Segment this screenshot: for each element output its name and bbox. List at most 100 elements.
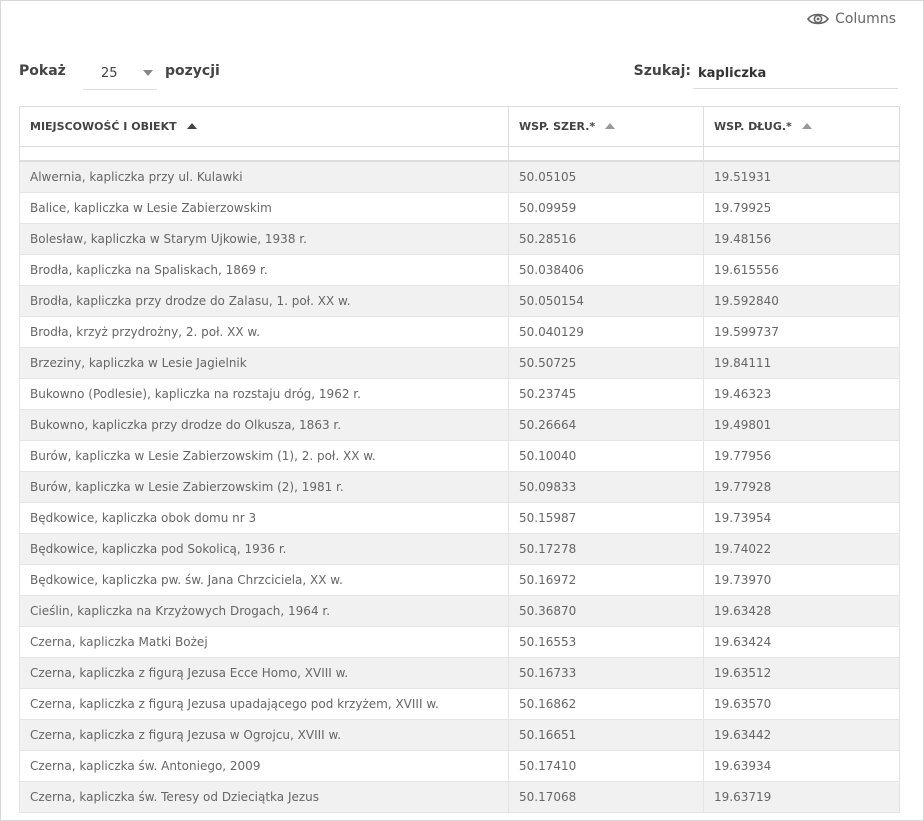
table-row[interactable]: Brzeziny, kapliczka w Lesie Jagielnik 50.…	[19, 347, 900, 379]
cell-latitude: 50.16651	[508, 719, 704, 751]
table-row[interactable]: Czerna, kapliczka Matki Bożej 50.16553 19.…	[19, 626, 900, 658]
cell-latitude: 50.36870	[508, 595, 704, 627]
cell-longitude: 19.63424	[703, 626, 900, 658]
cell-longitude: 19.63512	[703, 657, 900, 689]
table-row[interactable]: Burów, kapliczka w Lesie Zabierzowskim (…	[19, 471, 900, 503]
cell-longitude: 19.73970	[703, 564, 900, 596]
length-suffix-label: pozycji	[165, 63, 220, 79]
filter-cell[interactable]	[508, 146, 704, 162]
cell-place: Brodła, kapliczka przy drodze do Zalasu,…	[19, 285, 509, 317]
cell-place: Bukowno (Podlesie), kapliczka na rozstaj…	[19, 378, 509, 410]
cell-longitude: 19.63934	[703, 750, 900, 782]
table-row[interactable]: Będkowice, kapliczka pod Sokolicą, 1936 …	[19, 533, 900, 565]
filter-cell[interactable]	[19, 146, 509, 162]
table-row[interactable]: Brodła, kapliczka na Spaliskach, 1869 r.…	[19, 254, 900, 286]
cell-longitude: 19.63442	[703, 719, 900, 751]
table-row[interactable]: Bukowno, kapliczka przy drodze do Olkusz…	[19, 409, 900, 441]
table-body: Alwernia, kapliczka przy ul. Kulawki 50.0…	[19, 160, 900, 813]
cell-place: Brodła, kapliczka na Spaliskach, 1869 r.	[19, 254, 509, 286]
cell-latitude: 50.038406	[508, 254, 704, 286]
cell-longitude: 19.77928	[703, 471, 900, 503]
header-row: MIEJSCOWOŚĆ I OBIEKT WSP. SZER.* WSP. DŁ…	[19, 106, 900, 147]
cell-place: Brzeziny, kapliczka w Lesie Jagielnik	[19, 347, 509, 379]
column-header-lat[interactable]: WSP. SZER.*	[508, 106, 704, 147]
cell-longitude: 19.79925	[703, 192, 900, 224]
page-length-select[interactable]: 25	[83, 59, 157, 90]
table-row[interactable]: Czerna, kapliczka z figurą Jezusa Ecce H…	[19, 657, 900, 689]
cell-longitude: 19.592840	[703, 285, 900, 317]
cell-latitude: 50.16553	[508, 626, 704, 658]
table-row[interactable]: Brodła, kapliczka przy drodze do Zalasu,…	[19, 285, 900, 317]
table-row[interactable]: Czerna, kapliczka św. Teresy od Dzieciąt…	[19, 781, 900, 813]
column-header-label: WSP. SZER.*	[519, 120, 596, 133]
sort-icon	[605, 123, 616, 129]
cell-place: Burów, kapliczka w Lesie Zabierzowskim (…	[19, 440, 509, 472]
cell-place: Czerna, kapliczka św. Antoniego, 2009	[19, 750, 509, 782]
cell-longitude: 19.51931	[703, 160, 900, 193]
cell-place: Bolesław, kapliczka w Starym Ujkowie, 19…	[19, 223, 509, 255]
cell-place: Czerna, kapliczka Matki Bożej	[19, 626, 509, 658]
cell-latitude: 50.05105	[508, 160, 704, 193]
cell-longitude: 19.63570	[703, 688, 900, 720]
columns-label: Columns	[835, 11, 896, 27]
cell-latitude: 50.16972	[508, 564, 704, 596]
search-label: Szukaj:	[633, 63, 691, 79]
cell-place: Będkowice, kapliczka pod Sokolicą, 1936 …	[19, 533, 509, 565]
table-row[interactable]: Brodła, krzyż przydrożny, 2. poł. XX w. 5…	[19, 316, 900, 348]
cell-latitude: 50.23745	[508, 378, 704, 410]
table-row[interactable]: Alwernia, kapliczka przy ul. Kulawki 50.0…	[19, 160, 900, 193]
caret-down-icon	[143, 70, 153, 76]
table-row[interactable]: Będkowice, kapliczka pw. św. Jana Chrzci…	[19, 564, 900, 596]
search-input[interactable]	[693, 59, 898, 89]
cell-latitude: 50.09833	[508, 471, 704, 503]
table-toolbar: Pokaż 25 pozycji Szukaj:	[19, 59, 898, 93]
cell-longitude: 19.73954	[703, 502, 900, 534]
table-row[interactable]: Cieślin, kapliczka na Krzyżowych Drogach…	[19, 595, 900, 627]
cell-latitude: 50.28516	[508, 223, 704, 255]
cell-longitude: 19.84111	[703, 347, 900, 379]
cell-longitude: 19.615556	[703, 254, 900, 286]
cell-place: Cieślin, kapliczka na Krzyżowych Drogach…	[19, 595, 509, 627]
cell-longitude: 19.77956	[703, 440, 900, 472]
filter-row	[19, 146, 900, 162]
cell-longitude: 19.599737	[703, 316, 900, 348]
page-length-value: 25	[101, 66, 118, 81]
column-header-place[interactable]: MIEJSCOWOŚĆ I OBIEKT	[19, 106, 509, 147]
cell-latitude: 50.17410	[508, 750, 704, 782]
sort-icon	[801, 123, 812, 129]
cell-place: Czerna, kapliczka z figurą Jezusa upadaj…	[19, 688, 509, 720]
table-row[interactable]: Czerna, kapliczka z figurą Jezusa upadaj…	[19, 688, 900, 720]
table-row[interactable]: Bukowno (Podlesie), kapliczka na rozstaj…	[19, 378, 900, 410]
cell-latitude: 50.17278	[508, 533, 704, 565]
cell-longitude: 19.63428	[703, 595, 900, 627]
cell-latitude: 50.26664	[508, 409, 704, 441]
column-header-label: WSP. DŁUG.*	[714, 120, 792, 133]
cell-longitude: 19.63719	[703, 781, 900, 813]
columns-button[interactable]: Columns	[807, 11, 896, 27]
table-row[interactable]: Czerna, kapliczka św. Antoniego, 2009 50.…	[19, 750, 900, 782]
cell-longitude: 19.48156	[703, 223, 900, 255]
table-row[interactable]: Czerna, kapliczka z figurą Jezusa w Ogro…	[19, 719, 900, 751]
column-header-lng[interactable]: WSP. DŁUG.*	[703, 106, 900, 147]
cell-latitude: 50.16862	[508, 688, 704, 720]
cell-place: Czerna, kapliczka św. Teresy od Dzieciąt…	[19, 781, 509, 813]
cell-latitude: 50.050154	[508, 285, 704, 317]
table-panel: Columns Pokaż 25 pozycji Szukaj: MIEJSCO…	[0, 0, 924, 821]
cell-latitude: 50.17068	[508, 781, 704, 813]
table-row[interactable]: Burów, kapliczka w Lesie Zabierzowskim (…	[19, 440, 900, 472]
cell-latitude: 50.09959	[508, 192, 704, 224]
cell-latitude: 50.16733	[508, 657, 704, 689]
cell-longitude: 19.49801	[703, 409, 900, 441]
table-row[interactable]: Będkowice, kapliczka obok domu nr 3 50.15…	[19, 502, 900, 534]
cell-place: Alwernia, kapliczka przy ul. Kulawki	[19, 160, 509, 193]
cell-place: Będkowice, kapliczka obok domu nr 3	[19, 502, 509, 534]
cell-latitude: 50.50725	[508, 347, 704, 379]
cell-place: Burów, kapliczka w Lesie Zabierzowskim (…	[19, 471, 509, 503]
filter-cell[interactable]	[703, 146, 900, 162]
cell-place: Czerna, kapliczka z figurą Jezusa w Ogro…	[19, 719, 509, 751]
data-table: MIEJSCOWOŚĆ I OBIEKT WSP. SZER.* WSP. DŁ…	[19, 106, 900, 813]
table-row[interactable]: Bolesław, kapliczka w Starym Ujkowie, 19…	[19, 223, 900, 255]
column-header-label: MIEJSCOWOŚĆ I OBIEKT	[30, 120, 177, 133]
cell-latitude: 50.15987	[508, 502, 704, 534]
table-row[interactable]: Balice, kapliczka w Lesie Zabierzowskim 5…	[19, 192, 900, 224]
